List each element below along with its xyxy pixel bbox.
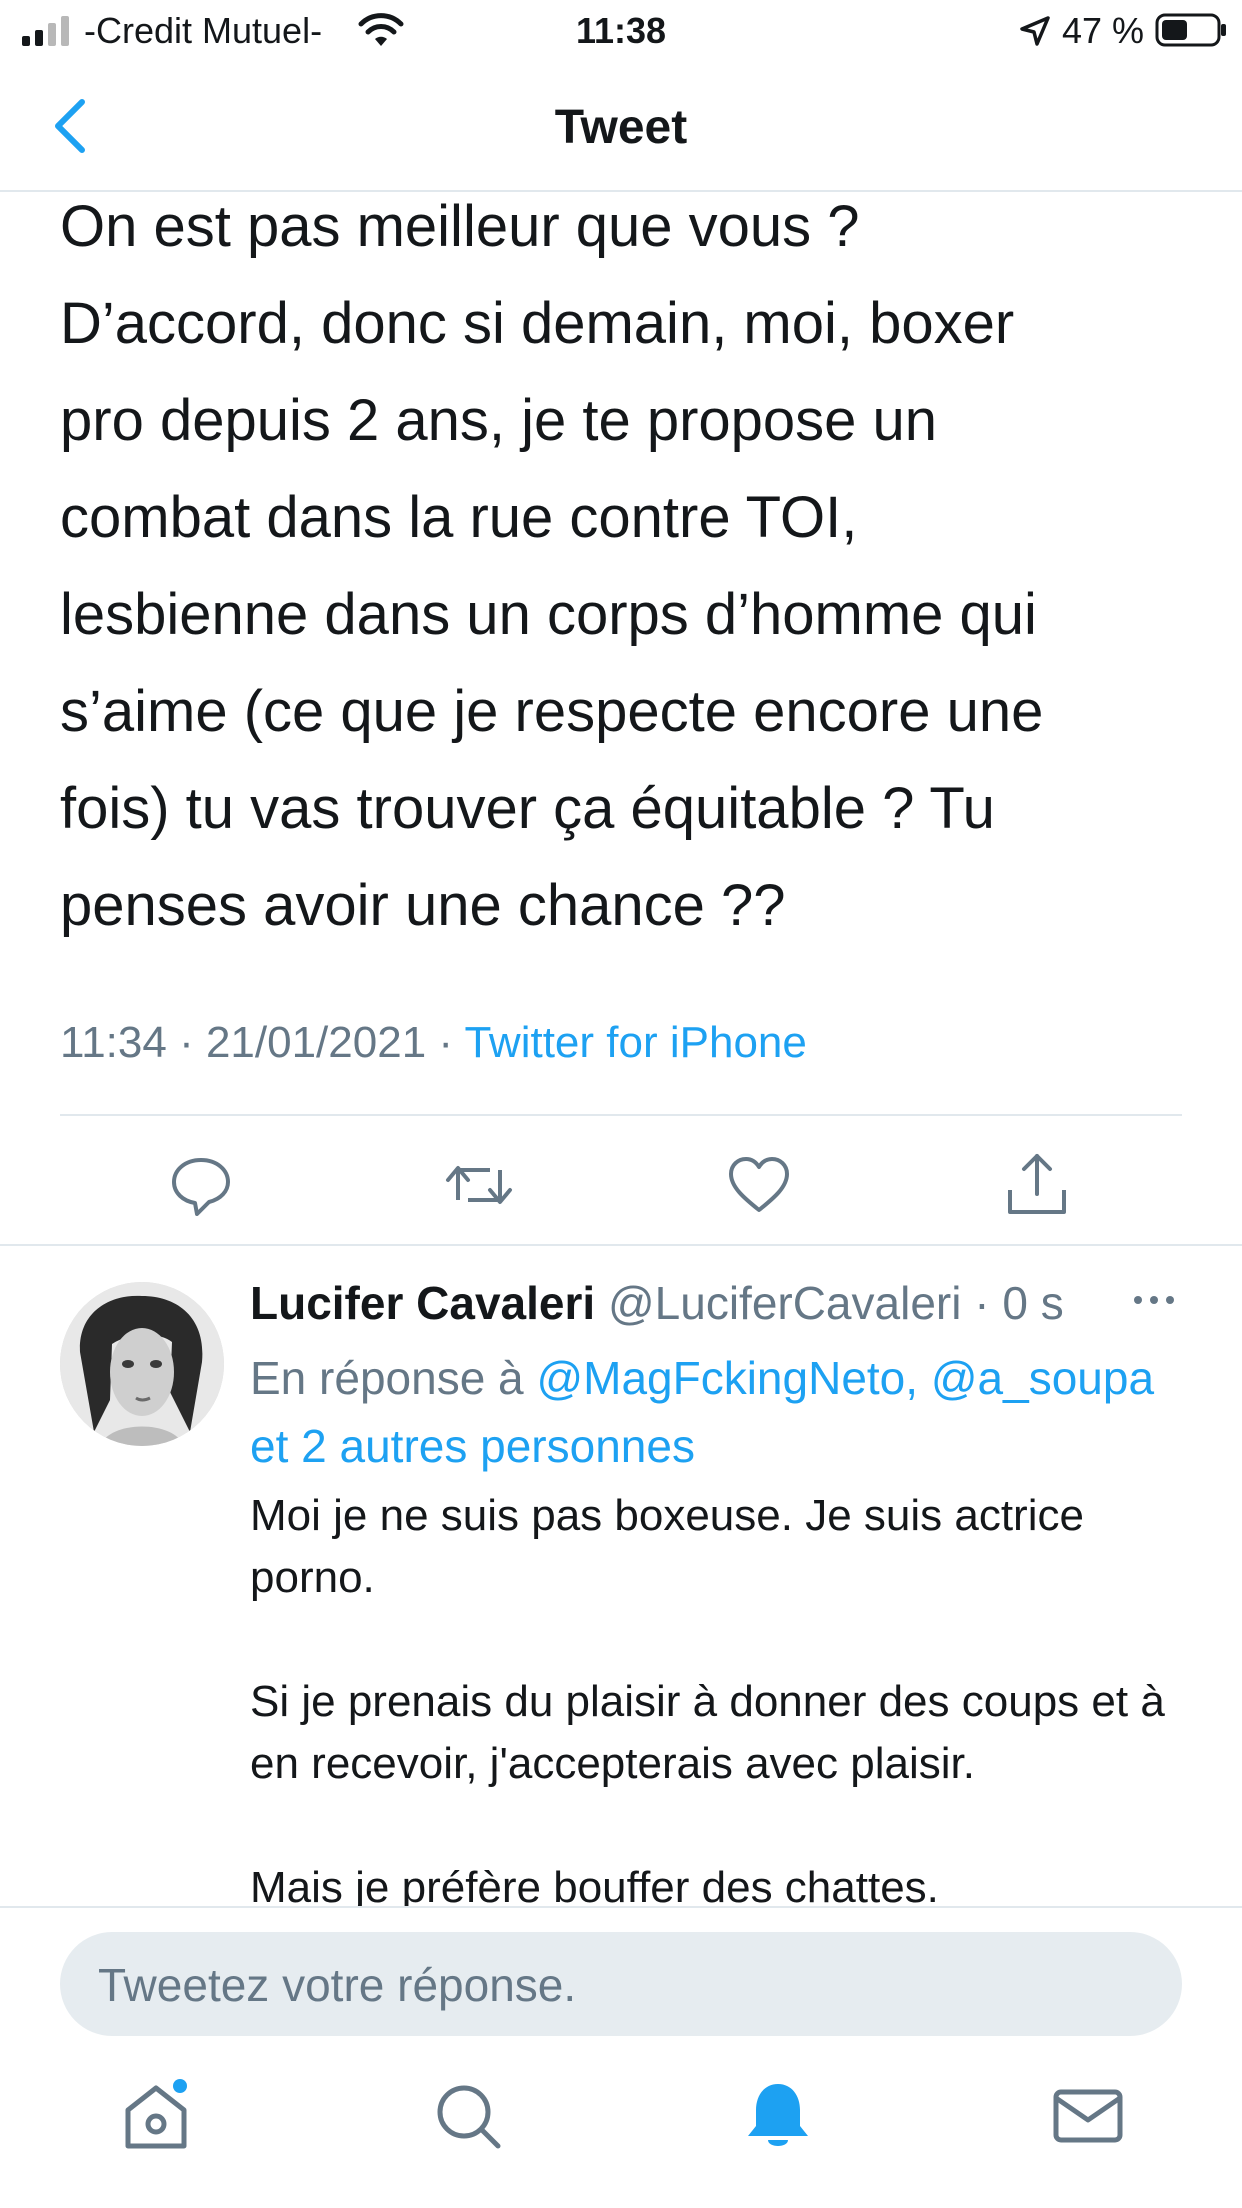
replying-to: En réponse à @MagFckingNeto, @a_soupa et…: [250, 1344, 1210, 1480]
reply-author-handle[interactable]: @LuciferCavaleri: [608, 1277, 962, 1329]
tweet-text-line: combat dans la rue contre TOI,: [60, 485, 858, 550]
divider: [0, 1244, 1242, 1246]
tweet-source-link[interactable]: Twitter for iPhone: [464, 1018, 806, 1067]
tweet-metadata: 11:34 · 21/01/2021 · Twitter for iPhone: [60, 1018, 807, 1068]
navigation-bar: Tweet: [0, 62, 1242, 192]
more-options-icon[interactable]: [1130, 1288, 1178, 1312]
page-title: Tweet: [554, 101, 688, 154]
battery-percentage: 47 %: [1062, 10, 1145, 51]
divider: [60, 1114, 1182, 1116]
mail-icon: [1053, 2089, 1123, 2143]
tweet-text-line: penses avoir une chance ??: [60, 873, 786, 938]
tweet-text-line: s’aime (ce que je respecte encore une: [60, 679, 1044, 744]
tab-bar: [0, 2076, 1242, 2186]
reply-button[interactable]: [166, 1150, 236, 1220]
heart-icon: [729, 1157, 789, 1212]
tweet-text-line: lesbienne dans un corps d’homme qui: [60, 582, 1037, 647]
tab-search[interactable]: [428, 2076, 508, 2156]
bell-icon: [748, 2084, 808, 2146]
like-button[interactable]: [724, 1150, 794, 1220]
reply-icon: [172, 1158, 230, 1216]
reply-compose-input[interactable]: Tweetez votre réponse.: [60, 1932, 1182, 2036]
avatar[interactable]: [60, 1282, 224, 1446]
home-icon: [125, 2079, 187, 2149]
tweet-text-line: On est pas meilleur que vous ?: [60, 194, 860, 259]
status-bar: -Credit Mutuel- 11:38 47 %: [0, 0, 1242, 62]
tweet-actions: [0, 1150, 1242, 1240]
tweet-text: On est pas meilleur que vous ? D’accord,…: [60, 178, 1190, 954]
tweet-text-line: fois) tu vas trouver ça équitable ? Tu: [60, 776, 995, 841]
tweet-time: 11:34: [60, 1018, 167, 1067]
search-icon: [437, 2085, 501, 2149]
reply-paragraph: Moi je ne suis pas boxeuse. Je suis actr…: [250, 1491, 1084, 1602]
mention-link[interactable]: @MagFckingNeto,: [536, 1352, 918, 1404]
reply-header: Lucifer Cavaleri @LuciferCavaleri · 0 s: [250, 1276, 1064, 1330]
tweet-text-line: pro depuis 2 ans, je te propose un: [60, 388, 938, 453]
reply-author-name[interactable]: Lucifer Cavaleri: [250, 1277, 595, 1329]
tab-home[interactable]: [116, 2076, 196, 2156]
tweet-text-line: D’accord, donc si demain, moi, boxer: [60, 291, 1015, 356]
tweet-date: 21/01/2021: [205, 1018, 427, 1067]
status-time: 11:38: [575, 10, 667, 51]
meta-separator: ·: [426, 1018, 465, 1067]
share-icon: [1008, 1154, 1066, 1214]
reply-timestamp: · 0 s: [974, 1277, 1064, 1329]
compose-placeholder: Tweetez votre réponse.: [98, 1959, 577, 2011]
reply-paragraph: Si je prenais du plaisir à donner des co…: [250, 1677, 1165, 1788]
battery-icon: [1155, 13, 1226, 47]
avatar-image: [60, 1282, 224, 1446]
tab-messages[interactable]: [1048, 2076, 1128, 2156]
reply-text: Moi je ne suis pas boxeuse. Je suis actr…: [250, 1485, 1210, 1919]
location-arrow-icon: [1020, 16, 1050, 46]
mention-link[interactable]: @a_soupa: [931, 1352, 1154, 1404]
retweet-icon: [446, 1166, 512, 1204]
retweet-button[interactable]: [444, 1150, 514, 1220]
replying-to-label: En réponse à: [250, 1352, 524, 1404]
share-button[interactable]: [1002, 1150, 1072, 1220]
bottom-bar: Tweetez votre réponse.: [0, 1906, 1242, 2208]
tab-notifications[interactable]: [738, 2076, 818, 2156]
meta-separator: ·: [166, 1018, 206, 1067]
mention-others-link[interactable]: et 2 autres personnes: [250, 1420, 695, 1472]
